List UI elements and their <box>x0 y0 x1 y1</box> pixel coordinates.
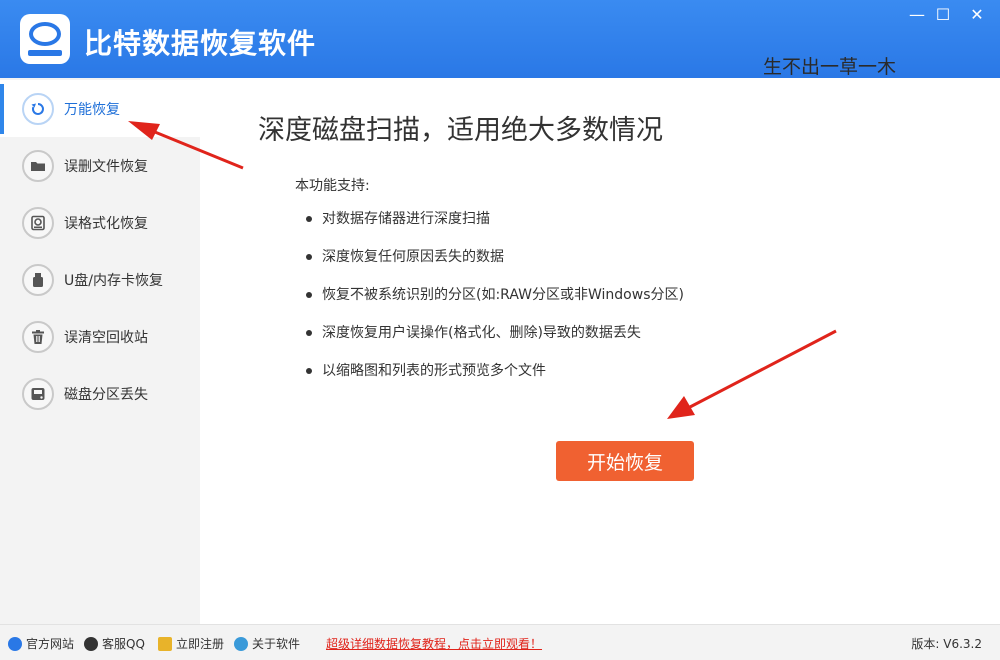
sidebar-item-usb-card[interactable]: U盘/内存卡恢复 <box>0 251 200 308</box>
register-link[interactable]: 立即注册 <box>158 635 224 652</box>
feature-list: 对数据存储器进行深度扫描 深度恢复任何原因丢失的数据 恢复不被系统识别的分区(如… <box>304 210 684 400</box>
trash-icon <box>22 320 54 353</box>
sidebar-item-format-recovery[interactable]: 误格式化恢复 <box>0 194 200 251</box>
app-logo-icon <box>20 14 70 64</box>
main-panel: 深度磁盘扫描，适用绝大多数情况 本功能支持: 对数据存储器进行深度扫描 深度恢复… <box>200 78 1000 624</box>
support-label: 本功能支持: <box>295 178 370 194</box>
link-label: 关于软件 <box>252 637 301 651</box>
app-title: 比特数据恢复软件 <box>84 27 317 60</box>
disk-icon <box>22 377 54 410</box>
list-item: 深度恢复用户误操作(格式化、删除)导致的数据丢失 <box>304 324 684 362</box>
start-recovery-button[interactable]: 开始恢复 <box>556 441 694 481</box>
format-disk-icon <box>22 206 54 239</box>
list-item: 以缩略图和列表的形式预览多个文件 <box>304 362 684 400</box>
qq-icon <box>84 636 98 651</box>
sidebar-item-label: 误删文件恢复 <box>64 158 148 175</box>
info-icon <box>234 636 248 651</box>
watermark-text: 生不出一草一木 <box>763 56 897 78</box>
about-link[interactable]: 关于软件 <box>234 635 300 652</box>
folder-icon <box>22 149 54 182</box>
list-item: 恢复不被系统识别的分区(如:RAW分区或非Windows分区) <box>304 286 684 324</box>
sidebar-item-universal-recovery[interactable]: 万能恢复 <box>0 80 200 137</box>
sidebar-item-label: U盘/内存卡恢复 <box>64 272 163 289</box>
list-item: 对数据存储器进行深度扫描 <box>304 210 684 248</box>
support-qq-link[interactable]: 客服QQ <box>84 635 145 652</box>
ie-icon <box>8 636 22 651</box>
sidebar-item-partition-lost[interactable]: 磁盘分区丢失 <box>0 365 200 422</box>
link-label: 客服QQ <box>102 637 145 651</box>
footer-bar: 官方网站 客服QQ 立即注册 关于软件 超级详细数据恢复教程，点击立即观看！ 版… <box>0 624 1000 660</box>
sidebar-item-recycle-bin[interactable]: 误清空回收站 <box>0 308 200 365</box>
sidebar-item-label: 万能恢复 <box>64 101 120 118</box>
link-label: 立即注册 <box>176 637 225 651</box>
sidebar-item-label: 误格式化恢复 <box>64 215 148 232</box>
version-label: 版本: V6.3.2 <box>911 637 982 651</box>
sidebar-item-label: 磁盘分区丢失 <box>64 386 148 403</box>
sidebar-item-label: 误清空回收站 <box>64 329 148 346</box>
sidebar-item-deleted-files[interactable]: 误删文件恢复 <box>0 137 200 194</box>
tutorial-promo-link[interactable]: 超级详细数据恢复教程，点击立即观看！ <box>326 635 542 652</box>
refresh-icon <box>22 92 54 125</box>
close-button[interactable]: ✕ <box>962 2 992 28</box>
link-label: 官方网站 <box>26 637 75 651</box>
sidebar: 万能恢复 误删文件恢复 误格式化恢复 U盘/内存卡恢复 误清空回收站 磁盘分区丢… <box>0 78 200 624</box>
key-icon <box>158 636 172 651</box>
title-bar: 比特数据恢复软件 生不出一草一木 — ☐ ✕ <box>0 0 1000 78</box>
official-site-link[interactable]: 官方网站 <box>8 635 74 652</box>
list-item: 深度恢复任何原因丢失的数据 <box>304 248 684 286</box>
maximize-button[interactable]: ☐ <box>928 2 958 28</box>
page-title: 深度磁盘扫描，适用绝大多数情况 <box>258 115 663 146</box>
usb-icon <box>22 263 54 296</box>
